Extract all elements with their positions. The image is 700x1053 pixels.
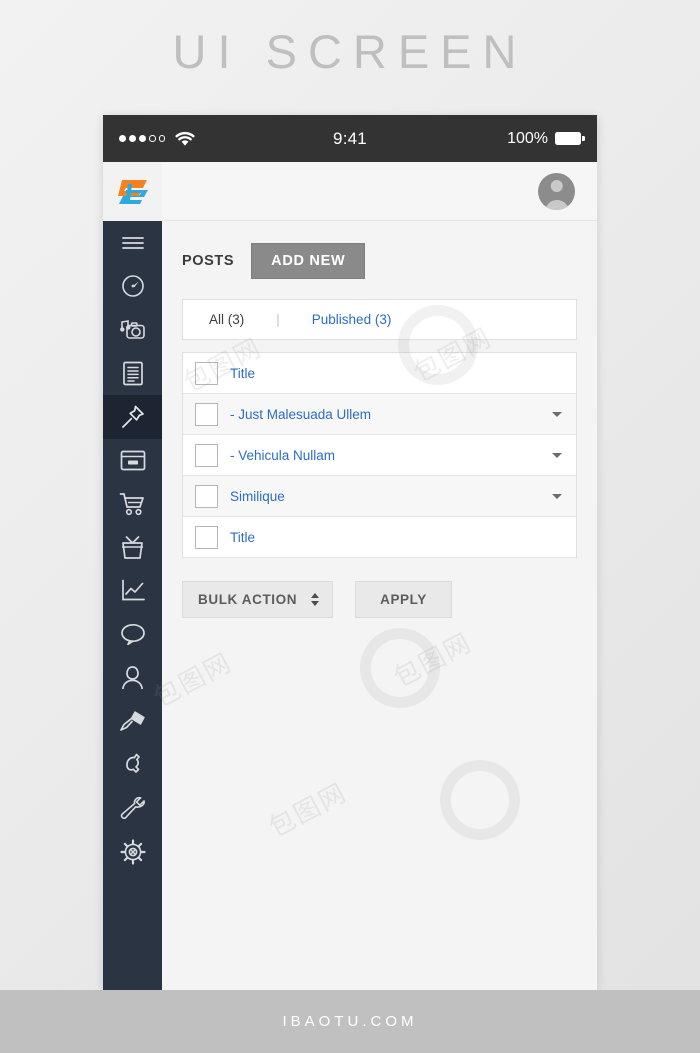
sidebar-item-tools[interactable] [103,787,162,831]
row-checkbox[interactable] [195,402,218,426]
speech-bubble-icon [120,623,146,646]
row-title[interactable]: Similique [230,489,285,504]
chevron-down-icon[interactable] [552,411,562,417]
gear-icon [119,839,146,865]
avatar-shoulders [544,199,569,210]
top-bar [162,162,597,221]
avatar-head [550,179,563,192]
main-area: POSTS ADD NEW All (3) | Published (3) Ti… [162,162,597,991]
chevron-down-icon[interactable] [552,493,562,499]
sidebar-item-pages[interactable] [103,352,162,396]
user-icon [121,665,144,690]
bulk-actions-row: BULK ACTION APPLY [182,581,577,618]
page-section-title: POSTS [182,253,235,269]
hamburger-icon [121,235,144,251]
paintbrush-icon [119,710,146,732]
gauge-icon [121,274,145,298]
sidebar-item-themes[interactable] [103,700,162,744]
sidebar-item-posts[interactable] [103,395,162,439]
row-checkbox[interactable] [195,443,218,467]
sidebar-item-settings[interactable] [103,830,162,874]
document-icon [122,361,144,386]
sidebar-item-users[interactable] [103,656,162,700]
battery-percent-label: 100% [507,129,548,147]
sidebar-item-media[interactable] [103,308,162,352]
bulk-action-label: BULK ACTION [198,592,298,607]
battery-icon [555,132,585,145]
row-title[interactable]: - Vehicula Nullam [230,448,335,463]
sidebar-item-plugins[interactable] [103,743,162,787]
stepper-down-arrow [311,601,320,606]
sidebar-item-shop[interactable] [103,482,162,526]
filter-separator: | [276,312,280,327]
plug-icon [120,753,146,776]
brand-logo-icon[interactable] [103,162,162,221]
gift-box-icon [120,535,145,560]
row-title[interactable]: - Just Malesuada Ullem [230,407,371,422]
footer-text: IBAOTU.COM [282,1013,418,1030]
posts-header-row: POSTS ADD NEW [182,221,577,299]
avatar[interactable] [538,172,575,210]
sidebar-item-comments[interactable] [103,613,162,657]
shopping-cart-icon [119,492,146,516]
stepper-up-arrow [311,593,320,598]
add-new-button[interactable]: ADD NEW [251,243,366,279]
row-checkbox[interactable] [195,484,218,508]
stepper-icon[interactable] [311,593,320,606]
row-title[interactable]: Title [230,366,255,381]
sidebar-item-appearance[interactable] [103,439,162,483]
bulk-action-select[interactable]: BULK ACTION [182,581,334,618]
row-checkbox[interactable] [195,361,218,385]
filter-all[interactable]: All (3) [209,312,244,327]
filter-bar: All (3) | Published (3) [182,299,577,340]
sidebar-item-offers[interactable] [103,526,162,570]
sidebar-item-analytics[interactable] [103,569,162,613]
phone-body: POSTS ADD NEW All (3) | Published (3) Ti… [103,162,597,991]
table-row[interactable]: - Vehicula Nullam [183,435,576,476]
wrench-icon [119,797,146,820]
camera-music-icon [119,319,146,341]
phone-mockup: 9:41 100% POSTS ADD NEW All (3) | Publis… [103,115,597,991]
status-bar: 9:41 100% [103,115,597,162]
row-checkbox[interactable] [195,525,218,549]
table-row[interactable]: Similique [183,476,576,517]
content-area: POSTS ADD NEW All (3) | Published (3) Ti… [162,221,597,991]
apply-button[interactable]: APPLY [355,581,452,618]
page-title: UI SCREEN [172,25,528,78]
table-row[interactable]: Title [183,353,576,394]
filter-published[interactable]: Published (3) [312,312,392,327]
footer: IBAOTU.COM [0,990,700,1053]
post-list: Title - Just Malesuada Ullem - Vehicula … [182,352,577,558]
chevron-down-icon[interactable] [552,452,562,458]
pin-icon [120,404,146,430]
sidebar-item-dashboard[interactable] [103,265,162,309]
table-row[interactable]: Title [183,517,576,558]
row-title[interactable]: Title [230,530,255,545]
status-bar-right: 100% [507,129,585,148]
line-chart-icon [121,579,145,602]
sidebar [103,162,162,991]
table-row[interactable]: - Just Malesuada Ullem [183,394,576,435]
window-card-icon [120,450,146,471]
sidebar-item-menu-toggle[interactable] [103,221,162,265]
